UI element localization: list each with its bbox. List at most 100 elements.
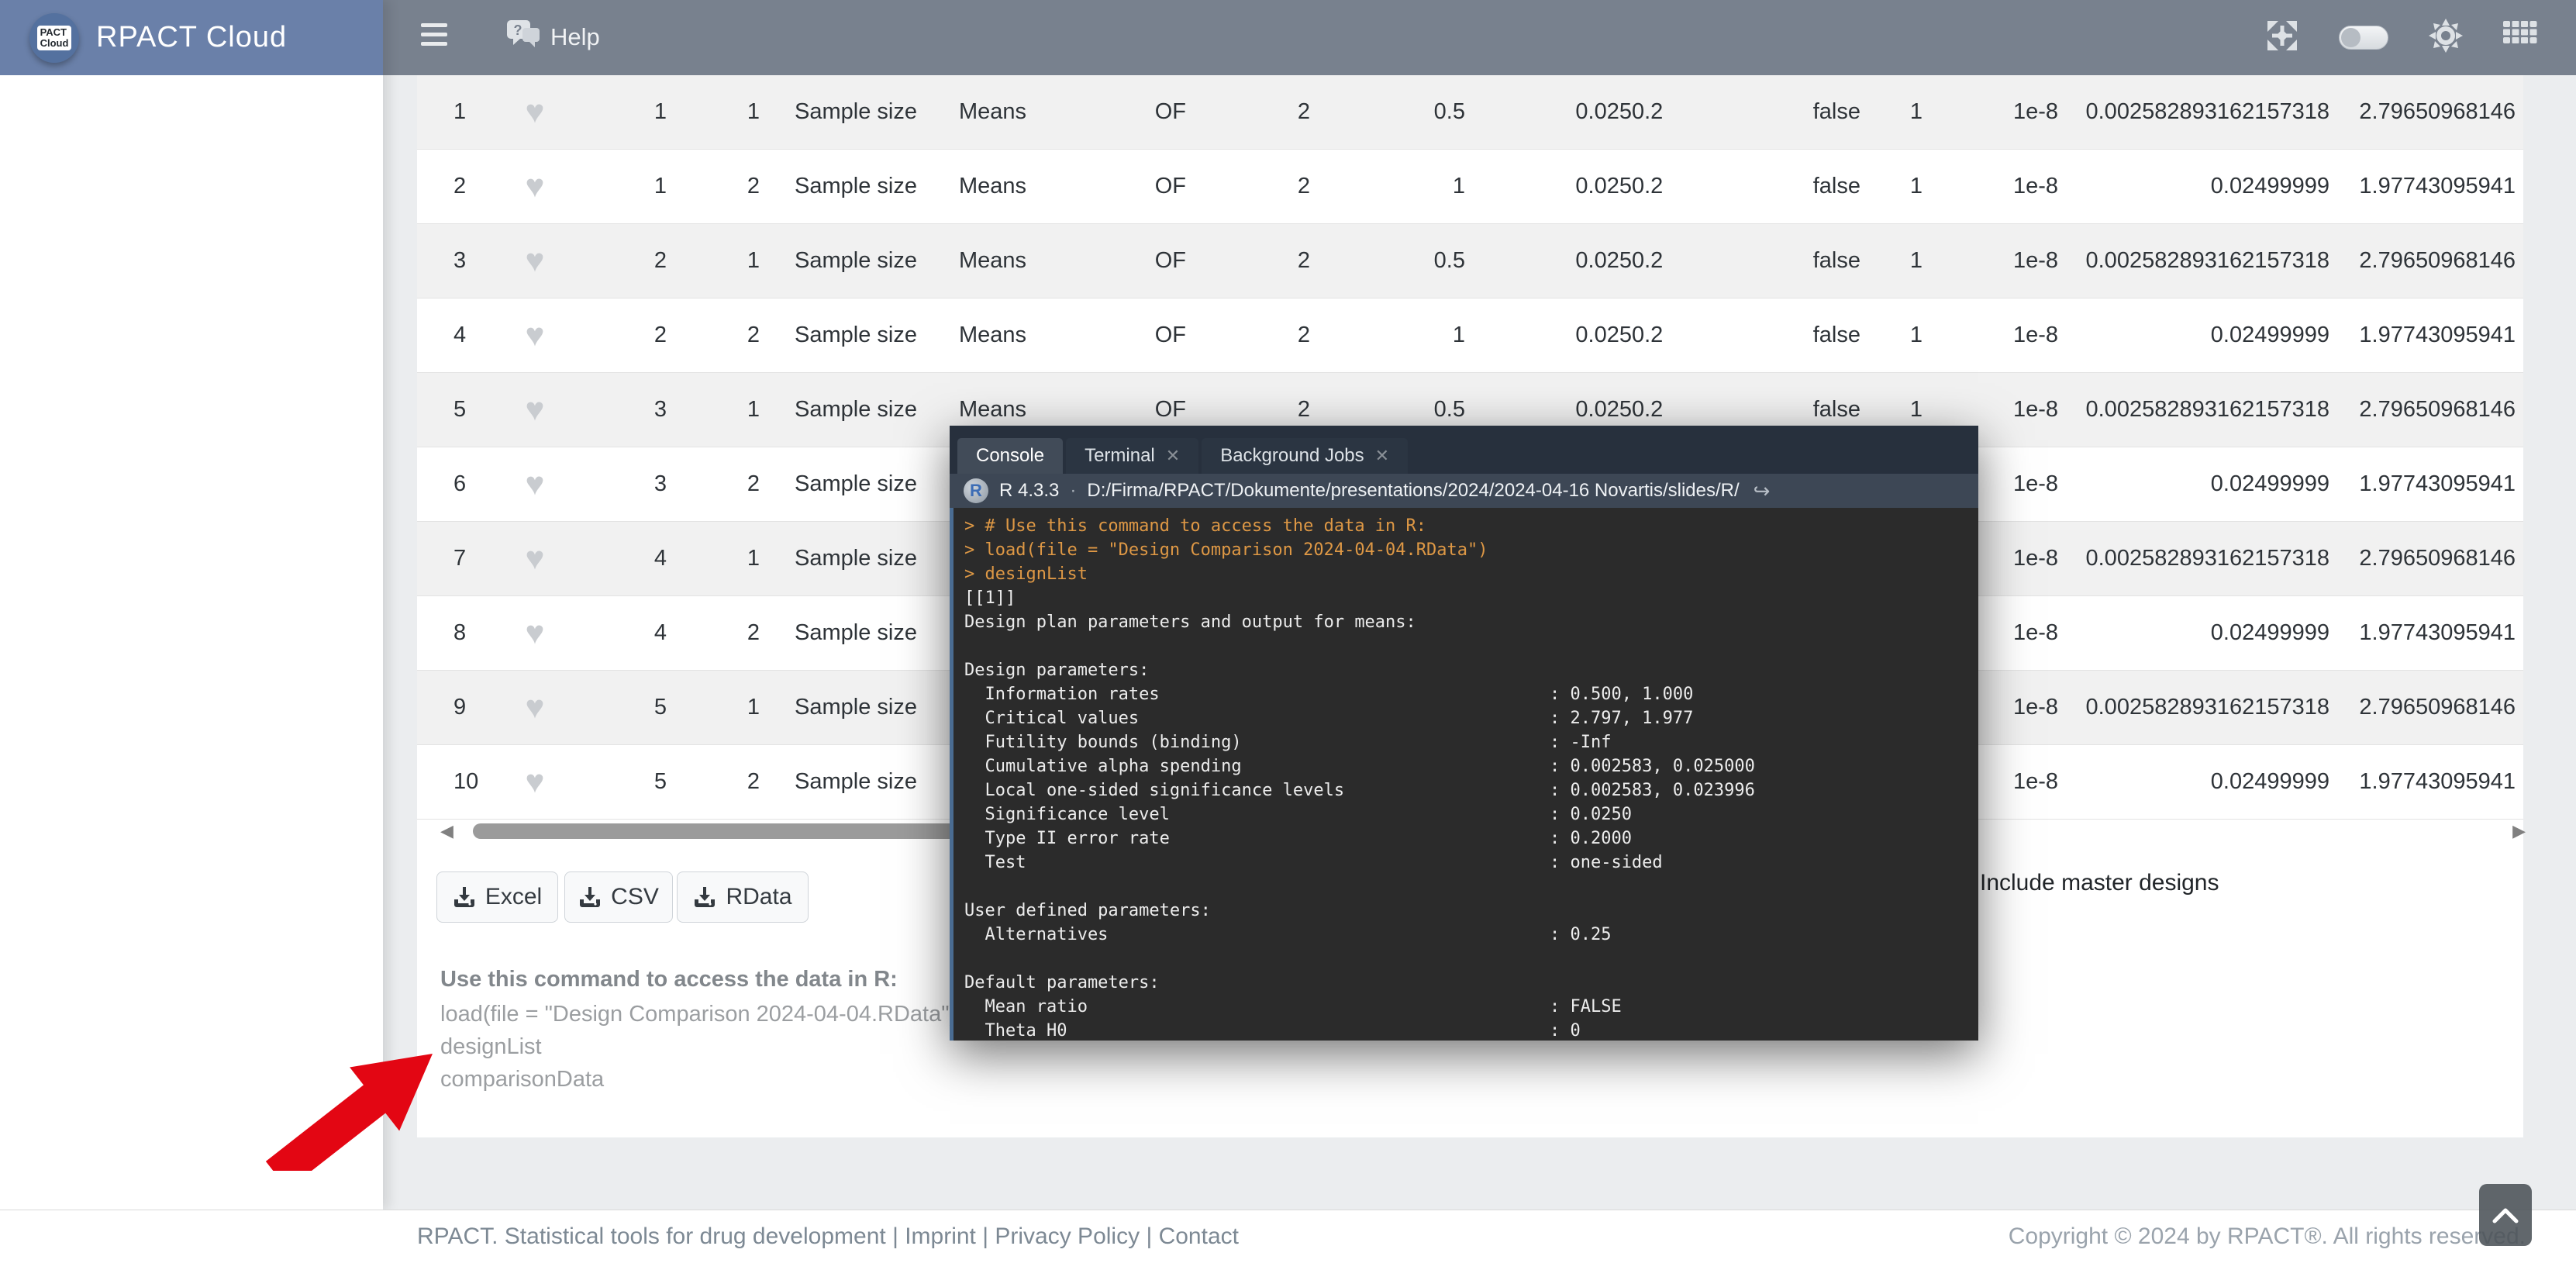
table-cell: Sample size	[760, 323, 950, 348]
open-directory-icon[interactable]: ↪	[1754, 479, 1771, 503]
table-cell: 4	[574, 620, 667, 646]
download-icon	[453, 885, 476, 909]
table-cell: 2.79650968146	[2329, 248, 2523, 274]
table-cell: 1e-8	[1923, 99, 2058, 125]
display-toggle[interactable]	[2339, 26, 2388, 50]
table-cell: 0.025	[1465, 99, 1632, 125]
table-cell: OF	[1078, 174, 1186, 199]
table-cell: 3	[574, 471, 667, 497]
csv-export-button[interactable]: CSV	[564, 871, 673, 923]
table-cell: false	[1733, 397, 1860, 423]
table-cell: 2.79650968146	[2329, 695, 2523, 720]
sidebar-header: PACTCloud RPACT Cloud	[0, 0, 383, 75]
csv-label: CSV	[611, 884, 659, 910]
favorite-heart-icon[interactable]: ♥	[526, 540, 545, 576]
table-cell: 0.2	[1632, 248, 1733, 274]
table-cell: 2	[667, 620, 760, 646]
table-cell: 0.025	[1465, 174, 1632, 199]
table-cell: 1	[667, 695, 760, 720]
table-cell: OF	[1078, 397, 1186, 423]
table-cell: 1e-8	[1923, 174, 2058, 199]
favorite-heart-icon[interactable]: ♥	[526, 763, 545, 799]
table-cell: 5	[417, 397, 496, 423]
tab-background-jobs[interactable]: Background Jobs ✕	[1202, 438, 1408, 474]
table-cell: 2	[1186, 174, 1310, 199]
footer-copyright: Copyright © 2024 by RPACT®. All rights r…	[2009, 1224, 2526, 1250]
imprint-link[interactable]: Imprint	[905, 1224, 976, 1249]
table-cell: Sample size	[760, 695, 950, 720]
table-cell: 2	[667, 174, 760, 199]
table-cell: 3	[417, 248, 496, 274]
table-cell: Sample size	[760, 174, 950, 199]
favorite-heart-icon[interactable]: ♥	[526, 93, 545, 129]
tab-console[interactable]: Console	[957, 438, 1063, 474]
console-output[interactable]: > # Use this command to access the data …	[950, 508, 1978, 1041]
table-cell: false	[1733, 174, 1860, 199]
red-annotation-arrow	[233, 992, 473, 1171]
favorite-heart-icon[interactable]: ♥	[526, 689, 545, 725]
working-directory-path[interactable]: D:/Firma/RPACT/Dokumente/presentations/2…	[1087, 480, 1739, 502]
table-cell: Sample size	[760, 248, 950, 274]
favorite-heart-icon[interactable]: ♥	[526, 242, 545, 278]
menu-toggle-icon[interactable]	[421, 23, 447, 51]
table-cell: Means	[950, 174, 1078, 199]
table-cell: Sample size	[760, 99, 950, 125]
table-cell: 1.97743095941	[2329, 174, 2523, 199]
table-cell: 6	[417, 471, 496, 497]
excel-export-button[interactable]: Excel	[436, 871, 558, 923]
chevron-up-icon	[2492, 1206, 2519, 1224]
table-cell: 2.79650968146	[2329, 546, 2523, 571]
table-cell: 5	[574, 695, 667, 720]
table-cell: 0.002582893162157318	[2058, 248, 2329, 274]
favorite-heart-icon[interactable]: ♥	[526, 391, 545, 427]
fullscreen-icon[interactable]	[2266, 19, 2298, 56]
help-menu-item[interactable]: ? Help	[505, 17, 600, 57]
table-cell: 2	[1186, 248, 1310, 274]
grid-icon[interactable]	[2503, 21, 2537, 54]
table-cell: 2	[667, 323, 760, 348]
close-icon[interactable]: ✕	[1375, 446, 1389, 466]
footer-tagline: RPACT. Statistical tools for drug develo…	[417, 1224, 886, 1249]
rdata-label: RData	[726, 884, 791, 910]
table-cell: 4	[417, 323, 496, 348]
table-cell: 1	[1860, 397, 1923, 423]
scroll-left-icon[interactable]: ◀	[440, 821, 453, 841]
rpact-logo[interactable]: PACTCloud	[29, 13, 79, 63]
favorite-heart-icon[interactable]: ♥	[526, 167, 545, 204]
table-cell: OF	[1078, 248, 1186, 274]
table-cell: Means	[950, 397, 1078, 423]
close-icon[interactable]: ✕	[1166, 446, 1180, 466]
table-cell: Sample size	[760, 620, 950, 646]
scroll-right-icon[interactable]: ▶	[2512, 821, 2526, 841]
table-row[interactable]: 3♥21Sample sizeMeansOF20.50.0250.2false1…	[417, 224, 2523, 299]
table-cell: 1	[574, 174, 667, 199]
tab-terminal[interactable]: Terminal ✕	[1066, 438, 1198, 474]
table-cell: 0.5	[1310, 248, 1465, 274]
include-master-designs-label[interactable]: Include master designs	[1980, 870, 2219, 896]
table-cell: 1	[1860, 99, 1923, 125]
table-row[interactable]: 1♥11Sample sizeMeansOF20.50.0250.2false1…	[417, 75, 2523, 150]
table-row[interactable]: 4♥22Sample sizeMeansOF210.0250.2false11e…	[417, 299, 2523, 373]
favorite-heart-icon[interactable]: ♥	[526, 316, 545, 353]
table-cell: 1.97743095941	[2329, 620, 2523, 646]
favorite-heart-icon[interactable]: ♥	[526, 614, 545, 651]
table-cell: Sample size	[760, 546, 950, 571]
table-cell: 0.5	[1310, 397, 1465, 423]
table-cell: 1.97743095941	[2329, 323, 2523, 348]
sun-gear-icon[interactable]	[2429, 19, 2463, 57]
table-cell: 0.02499999	[2058, 769, 2329, 795]
table-cell: 1	[574, 99, 667, 125]
table-cell: 3	[574, 397, 667, 423]
help-label: Help	[550, 23, 600, 51]
table-cell: 1.97743095941	[2329, 471, 2523, 497]
table-row[interactable]: 2♥12Sample sizeMeansOF210.0250.2false11e…	[417, 150, 2523, 224]
scroll-to-top-button[interactable]	[2479, 1184, 2532, 1246]
privacy-policy-link[interactable]: Privacy Policy	[995, 1224, 1140, 1249]
contact-link[interactable]: Contact	[1159, 1224, 1239, 1249]
table-cell: 2	[1186, 323, 1310, 348]
rdata-export-button[interactable]: RData	[677, 871, 809, 923]
table-cell: 10	[417, 769, 496, 795]
svg-text:?: ?	[514, 22, 522, 38]
table-cell: 0.025	[1465, 323, 1632, 348]
favorite-heart-icon[interactable]: ♥	[526, 465, 545, 502]
